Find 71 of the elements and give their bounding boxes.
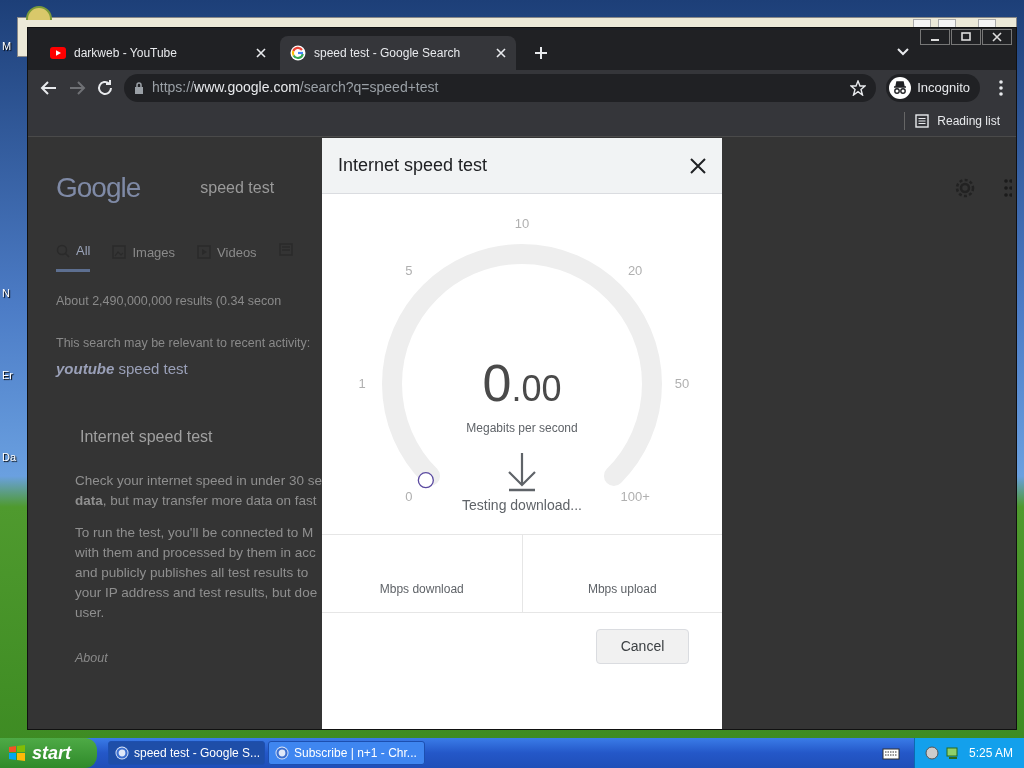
result-label: Mbps download <box>379 581 464 598</box>
desktop-icon-label[interactable]: N <box>2 285 10 302</box>
search-query[interactable]: speed test <box>200 176 275 200</box>
note-text: This search may be relevant to recent activity: <box>56 335 311 353</box>
gauge-tick-label: 20 <box>627 262 643 278</box>
menu-icon[interactable] <box>998 79 1004 96</box>
keyboard-icon[interactable] <box>882 746 900 760</box>
window-control[interactable] <box>920 29 950 45</box>
close-icon[interactable] <box>989 30 1005 44</box>
play-icon <box>50 47 66 59</box>
gauge-tick-label: 100+ <box>620 489 650 505</box>
paragraph-line: your IP address and test results, but doe <box>75 583 318 602</box>
paragraph-line: and publicly publishes all test results to <box>75 563 309 582</box>
speed-reading: 0.00 <box>482 354 562 412</box>
result-stats: About 2,490,000,000 results (0.34 secon <box>56 292 282 310</box>
flag-icon <box>8 744 26 762</box>
back-icon[interactable] <box>40 78 58 97</box>
gauge-tick-label: 1 <box>358 376 366 391</box>
gauge-tick-label: 5 <box>405 262 413 278</box>
browser-icon <box>275 746 289 760</box>
chevron-icon[interactable] <box>897 48 909 56</box>
paragraph-line: To run the test, you'll be connected to M <box>75 523 314 542</box>
window-control[interactable] <box>982 29 1012 45</box>
unit-label: Megabits per second <box>466 421 578 435</box>
star-icon[interactable] <box>850 79 867 96</box>
network-icon[interactable] <box>945 746 959 760</box>
paragraph-line: user. <box>75 603 105 622</box>
close-icon[interactable] <box>690 157 706 174</box>
gauge-tick-label: 50 <box>674 376 690 391</box>
about-link[interactable]: About <box>75 648 108 668</box>
start-button[interactable]: start <box>0 738 97 768</box>
paragraph-line: with them and processed by them in acc <box>75 543 316 562</box>
desktop-icon-label[interactable]: M <box>2 38 12 55</box>
lock-icon[interactable] <box>134 81 144 94</box>
taskbar-button[interactable]: Subscribe | n+1 - Chr... <box>268 741 425 765</box>
reload-icon[interactable] <box>96 78 114 97</box>
url-text[interactable]: https://www.google.com/search?q=speed+test <box>152 77 843 98</box>
paragraph-line: Check your internet speed in under 30 se <box>75 471 322 490</box>
logo[interactable]: Google <box>56 167 141 209</box>
gauge-tick-label: 0 <box>405 489 413 505</box>
taskbar-button[interactable]: speed test - Google S... <box>108 741 265 765</box>
desktop-icon-label[interactable]: Da <box>2 449 17 466</box>
window-control[interactable] <box>951 29 981 45</box>
download-icon <box>507 451 537 492</box>
browser-tab[interactable]: speed test - Google Search <box>280 36 516 70</box>
search-tab[interactable]: Videos <box>197 241 257 272</box>
paragraph-line: data, but may transfer more data on fast <box>75 491 317 510</box>
browser-tab[interactable]: darkweb - YouTube <box>40 36 276 70</box>
desktop-icon-label[interactable]: Er <box>2 367 13 384</box>
incognito-icon <box>889 76 912 99</box>
browser-icon <box>115 746 129 760</box>
tray-icon[interactable] <box>925 746 939 760</box>
gauge-knob <box>417 472 434 489</box>
search-tab[interactable]: All <box>56 241 91 272</box>
clock: 5:25 AM <box>969 745 1014 762</box>
dialog-title: Internet speed test <box>338 154 488 177</box>
desktop-icon[interactable] <box>26 6 52 20</box>
g-icon <box>290 45 306 61</box>
suggestion-link[interactable]: youtube speed test <box>56 358 188 381</box>
address-bar[interactable]: https://www.google.com/search?q=speed+test <box>124 73 877 102</box>
search-tab[interactable]: Images <box>112 241 176 272</box>
profile-chip[interactable]: Incognito <box>886 73 980 102</box>
result-label: Mbps upload <box>587 581 657 598</box>
card-title: Internet speed test <box>80 426 213 447</box>
new-tab-icon[interactable] <box>534 46 548 60</box>
status-text: Testing download... <box>462 497 582 513</box>
maximize-icon[interactable] <box>958 30 974 44</box>
cancel-button[interactable]: Cancel <box>596 629 689 664</box>
reading-list-button[interactable]: Reading list <box>904 111 1000 130</box>
list-icon <box>915 113 930 128</box>
gauge-tick-label: 10 <box>514 216 530 231</box>
